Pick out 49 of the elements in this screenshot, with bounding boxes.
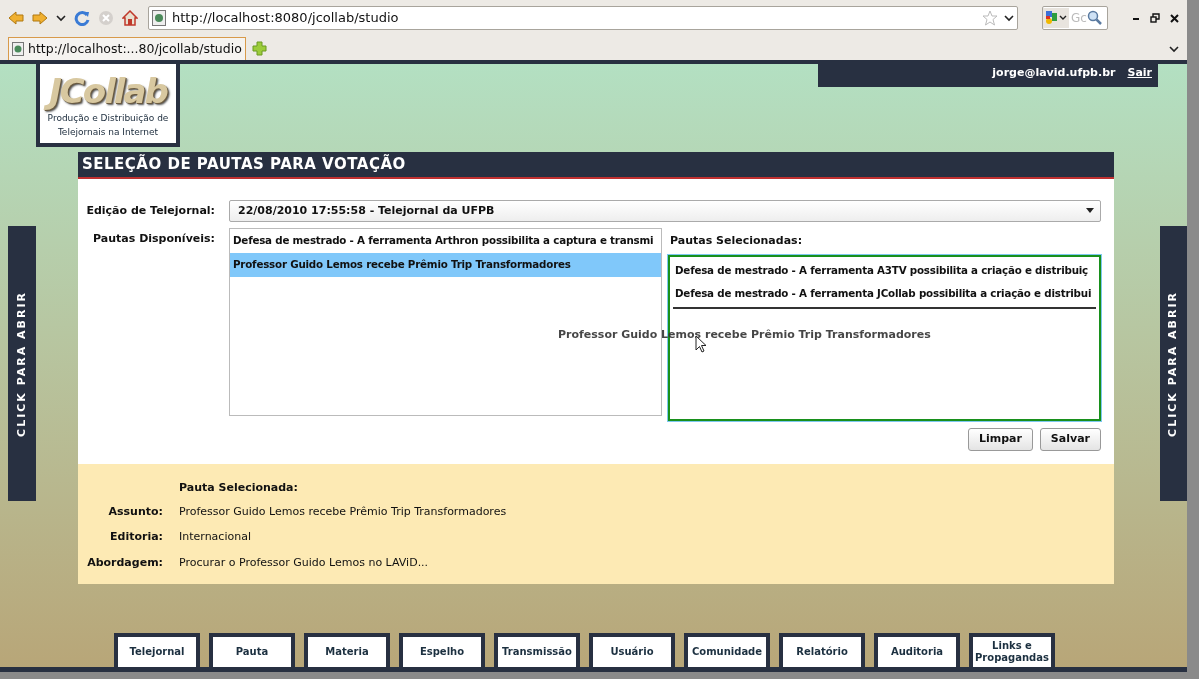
action-button[interactable]: Salvar xyxy=(1039,427,1101,451)
browser-tab[interactable]: http://localhost:...80/jcollab/studio xyxy=(8,37,246,60)
field-value: Internacional xyxy=(179,529,251,545)
search-engine-icon[interactable] xyxy=(1043,8,1069,28)
list-item[interactable]: Defesa de mestrado - A ferramenta A3TV possibilita a criação e distribuiç xyxy=(673,259,1096,283)
dropdown-icon[interactable] xyxy=(1004,14,1014,22)
nav-button[interactable]: Links e Propagandas xyxy=(969,633,1055,667)
nav-button[interactable]: Auditoria xyxy=(874,633,960,667)
field-value: Procurar o Professor Guido Lemos no LAViD... xyxy=(179,554,429,571)
edition-select[interactable]: 22/08/2010 17:55:58 - Telejornal da UFPB xyxy=(229,200,1101,222)
home-icon[interactable] xyxy=(122,10,138,26)
panel-title: SELEÇÃO DE PAUTAS PARA VOTAÇÃO xyxy=(82,153,406,176)
back-icon[interactable] xyxy=(8,11,24,25)
side-tab[interactable]: CLICK PARA ABRIR xyxy=(1160,226,1187,501)
field-label: Pautas Selecionadas: xyxy=(670,233,804,249)
star-icon[interactable] xyxy=(982,10,998,26)
plus-icon[interactable] xyxy=(251,41,267,56)
dropdown-icon[interactable] xyxy=(1169,45,1179,53)
dropdown-icon[interactable] xyxy=(56,14,66,22)
field-label: Editoria: xyxy=(109,529,163,545)
list-item[interactable]: Defesa de mestrado - A ferramenta JCollab possibilita a criação e distribui xyxy=(673,282,1096,306)
user-email: jorge@lavid.ufpb.br xyxy=(992,65,1116,82)
nav-button[interactable]: Relatório xyxy=(779,633,865,667)
forward-icon[interactable] xyxy=(32,11,48,25)
nav-button[interactable]: Pauta xyxy=(209,633,295,667)
nav-button[interactable]: Espelho xyxy=(399,633,485,667)
side-tab[interactable]: CLICK PARA ABRIR xyxy=(8,226,36,501)
field-label: Assunto: xyxy=(107,503,163,520)
page-icon xyxy=(152,10,166,26)
page-icon xyxy=(12,42,24,56)
nav-button[interactable]: Usuário xyxy=(589,633,675,667)
restore-icon[interactable] xyxy=(1150,13,1160,23)
field-value: Professor Guido Lemos recebe Prêmio Trip Transformadores xyxy=(179,503,507,520)
list-item[interactable]: Professor Guido Lemos recebe Prêmio Trip Transformadores xyxy=(230,253,661,277)
nav-button[interactable]: Materia xyxy=(304,633,390,667)
field-label: Pautas Disponíveis: xyxy=(92,231,215,247)
close-icon[interactable] xyxy=(1170,13,1179,23)
field-label: Edição de Telejornal: xyxy=(85,202,215,219)
reload-icon[interactable] xyxy=(74,10,90,26)
action-button[interactable]: Limpar xyxy=(967,427,1033,451)
details-title: Pauta Selecionada: xyxy=(179,480,299,496)
nav-button[interactable]: Comunidade xyxy=(684,633,770,667)
field-label: Abordagem: xyxy=(86,554,163,571)
caret-icon xyxy=(1086,208,1094,214)
nav-button[interactable]: Transmissão xyxy=(494,633,580,667)
logout-link[interactable]: Sair xyxy=(1127,65,1152,82)
nav-button[interactable]: Telejornal xyxy=(114,633,200,667)
search-icon[interactable] xyxy=(1086,10,1103,26)
address-bar[interactable]: http://localhost:8080/jcollab/studio xyxy=(148,6,1018,30)
